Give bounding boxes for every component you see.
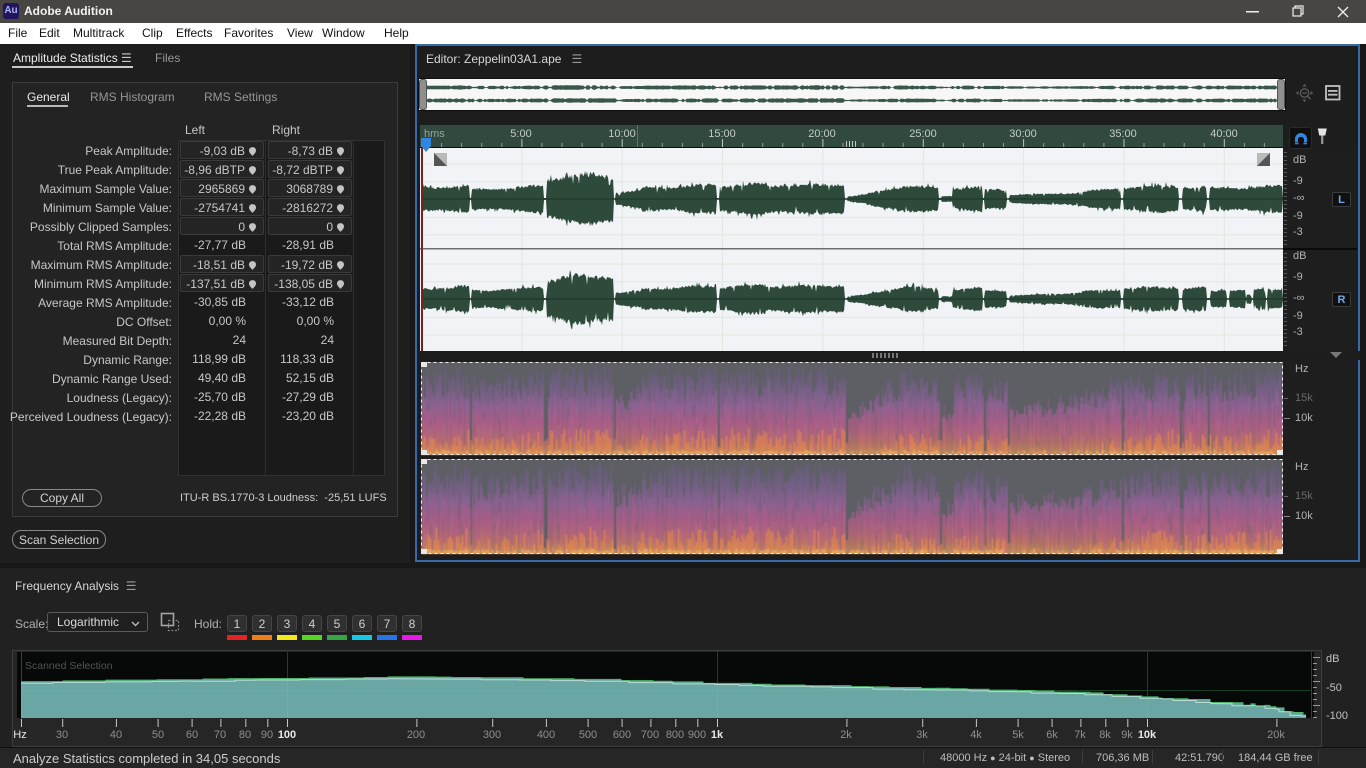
svg-text:Scanned Selection: Scanned Selection — [25, 660, 113, 672]
